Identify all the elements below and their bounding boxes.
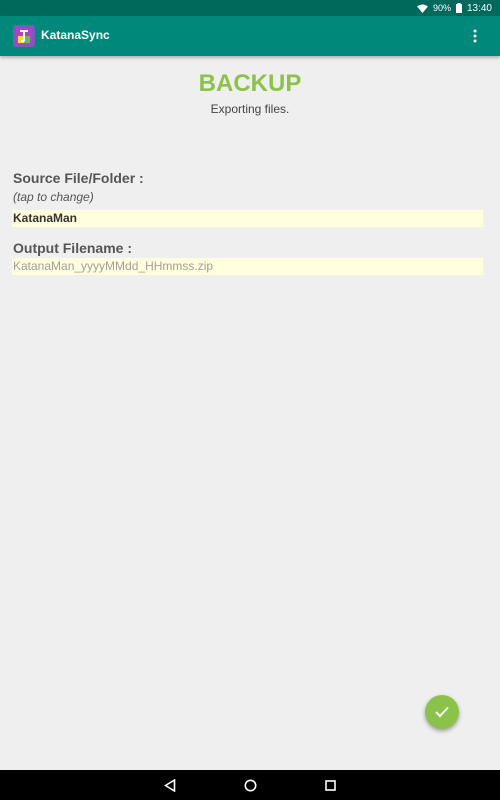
app-bar: KatanaSync bbox=[0, 16, 500, 56]
output-filename-field[interactable]: KatanaMan_yyyyMMdd_HHmmss.zip bbox=[12, 258, 483, 275]
output-label: Output Filename : bbox=[13, 240, 132, 256]
status-bar: 90% 13:40 bbox=[0, 0, 500, 16]
page-title: BACKUP bbox=[198, 70, 302, 97]
source-label: Source File/Folder : bbox=[13, 170, 144, 186]
app-title: KatanaSync bbox=[41, 28, 110, 42]
main-content: BACKUP Exporting files. Source File/Fold… bbox=[0, 56, 500, 770]
app-logo-icon bbox=[13, 25, 35, 47]
navigation-bar bbox=[0, 770, 500, 800]
back-icon[interactable] bbox=[162, 777, 178, 793]
battery-icon bbox=[455, 3, 462, 13]
more-vert-icon[interactable] bbox=[466, 27, 484, 45]
page-subtitle: Exporting files. bbox=[210, 102, 290, 116]
check-icon bbox=[435, 706, 449, 718]
battery-percent: 90% bbox=[432, 3, 451, 13]
recents-icon[interactable] bbox=[322, 777, 338, 793]
home-icon[interactable] bbox=[242, 777, 258, 793]
clock: 13:40 bbox=[466, 2, 492, 14]
wifi-icon bbox=[416, 4, 428, 13]
source-field[interactable]: KatanaMan bbox=[12, 210, 483, 227]
confirm-button[interactable] bbox=[425, 695, 459, 729]
source-hint: (tap to change) bbox=[13, 190, 94, 204]
